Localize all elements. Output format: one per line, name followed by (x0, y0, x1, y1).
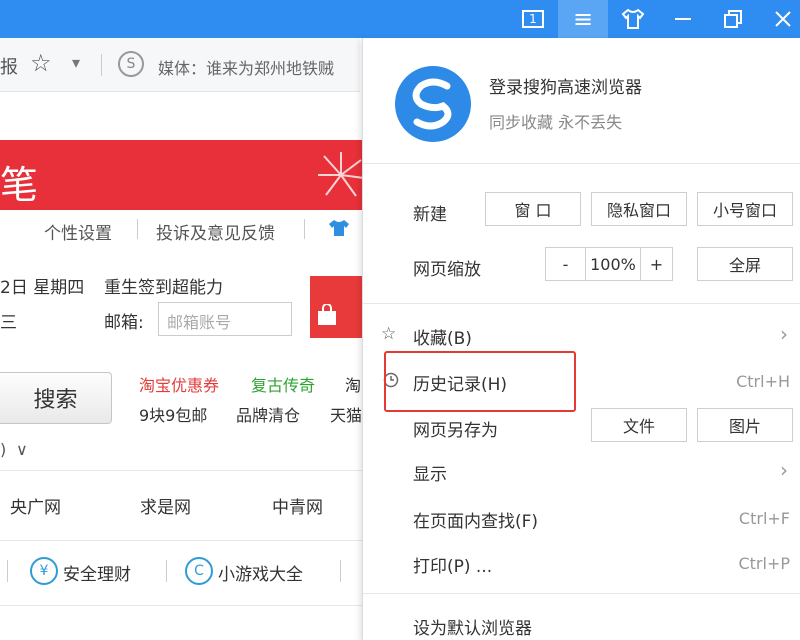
zoom-label: 网页缩放 (413, 260, 481, 280)
skin-icon[interactable] (608, 0, 658, 38)
service-link-games[interactable]: 小游戏大全 (218, 560, 303, 585)
menu-icon[interactable]: ≡ (558, 0, 608, 38)
section-divider (0, 470, 362, 471)
link-divider (137, 219, 138, 239)
star-icon: ☆ (381, 324, 397, 344)
promo-link-taobao-coupon[interactable]: 淘宝优惠券 (139, 372, 219, 396)
title-bar: 1 ≡ (0, 0, 800, 38)
link-feedback[interactable]: 投诉及意见反馈 (156, 219, 275, 244)
yuan-icon: ¥ (30, 557, 58, 585)
service-divider (340, 560, 341, 582)
email-label: 邮箱: (104, 313, 144, 333)
restore-button[interactable] (708, 0, 758, 38)
bookmark-star-icon[interactable]: ☆ (30, 49, 52, 77)
login-subtitle: 同步收藏 永不丢失 (489, 113, 623, 132)
print-shortcut: Ctrl+P (738, 554, 790, 573)
banner-text: 笔 (0, 163, 39, 207)
paren-fragment: ) (0, 440, 7, 459)
menu-divider (363, 303, 800, 304)
sogou-search-icon[interactable]: S (118, 51, 144, 77)
new-secondary-window-button[interactable]: 小号窗口 (697, 192, 793, 226)
news-ticker[interactable]: 媒体：谁来为郑州地铁贼 (158, 55, 334, 79)
menu-divider (363, 163, 800, 164)
menu-item-display[interactable]: 显示 (413, 460, 447, 485)
link-divider (304, 219, 305, 239)
promo-ad-tile[interactable] (310, 276, 362, 338)
site-link-qstheory[interactable]: 求是网 (140, 493, 191, 518)
save-as-file-button[interactable]: 文件 (591, 408, 687, 442)
skin-shirt-icon[interactable] (328, 219, 350, 237)
lunar-date-text: 三 (0, 313, 17, 333)
menu-divider (363, 593, 800, 594)
search-button[interactable]: 搜索 (0, 372, 112, 424)
service-link-finance[interactable]: 安全理财 (63, 560, 131, 585)
fullscreen-button[interactable]: 全屏 (697, 247, 793, 281)
menu-item-find[interactable]: 在页面内查找(F) (413, 507, 538, 532)
email-input[interactable]: 邮箱账号 (158, 302, 292, 336)
new-label: 新建 (413, 205, 447, 225)
find-shortcut: Ctrl+F (738, 509, 790, 528)
link-personal-settings[interactable]: 个性设置 (44, 219, 112, 244)
date-text: 2日 星期四 (0, 278, 85, 298)
promo-link-retro-game[interactable]: 复古传奇 (251, 372, 315, 396)
new-private-window-button[interactable]: 隐私窗口 (591, 192, 687, 226)
save-as-image-button[interactable]: 图片 (697, 408, 793, 442)
close-button[interactable] (758, 0, 800, 38)
zoom-control: - 100% + (545, 247, 673, 281)
chevron-right-icon: › (780, 458, 788, 482)
promo-link-tmall[interactable]: 天猫 (330, 402, 362, 426)
sogou-s-icon (412, 78, 452, 130)
zoom-in-button[interactable]: + (640, 248, 672, 280)
site-link-cnr[interactable]: 央广网 (10, 493, 61, 518)
sogou-logo[interactable] (395, 66, 471, 142)
shopping-bag-icon (318, 304, 336, 325)
zoom-value: 100% (590, 254, 636, 274)
service-divider (166, 560, 167, 582)
signin-link[interactable]: 重生签到超能力 (104, 273, 223, 298)
zoom-out-button[interactable]: - (546, 248, 586, 280)
section-divider (0, 540, 362, 541)
address-text-fragment: 报 (0, 57, 18, 78)
firework-icon (318, 152, 362, 197)
service-divider (7, 560, 8, 582)
browser-main-menu: 登录搜狗高速浏览器 同步收藏 永不丢失 新建 窗 口 隐私窗口 小号窗口 网页缩… (362, 38, 800, 640)
login-title[interactable]: 登录搜狗高速浏览器 (489, 73, 642, 98)
browser-window: 1 ≡ 报 ☆ ▾ S 媒体：谁来为郑州地铁贼 笔 个性设置 投诉及意见反馈 2… (0, 0, 800, 640)
menu-item-favorites[interactable]: 收藏(B) (413, 324, 472, 349)
chevron-down-icon[interactable]: ▾ (72, 53, 80, 72)
promo-banner[interactable]: 笔 (0, 140, 362, 210)
restore-icon (724, 10, 742, 28)
section-divider (0, 605, 362, 606)
chevron-right-icon: › (780, 322, 788, 346)
promo-link-9-9[interactable]: 9块9包邮 (139, 402, 207, 426)
shirt-icon (621, 8, 645, 29)
menu-item-print[interactable]: 打印(P) ... (413, 552, 492, 577)
tab-count-icon[interactable]: 1 (508, 0, 558, 38)
toolbar-divider (101, 54, 102, 76)
history-shortcut: Ctrl+H (736, 372, 790, 391)
close-icon (775, 11, 791, 27)
history-highlight-box (384, 351, 576, 412)
minimize-button[interactable] (658, 0, 708, 38)
game-icon: C (185, 557, 213, 585)
site-link-youth[interactable]: 中青网 (272, 493, 323, 518)
chevron-down-icon[interactable]: ∨ (16, 440, 28, 459)
address-toolbar: 报 ☆ ▾ S 媒体：谁来为郑州地铁贼 (0, 38, 360, 92)
menu-item-set-default[interactable]: 设为默认浏览器 (413, 614, 532, 639)
menu-item-save-as[interactable]: 网页另存为 (413, 416, 498, 441)
promo-link-cut[interactable]: 淘 (345, 372, 361, 396)
promo-link-brand-clearance[interactable]: 品牌清仓 (236, 402, 300, 426)
minimize-icon (675, 18, 691, 20)
new-window-button[interactable]: 窗 口 (485, 192, 581, 226)
